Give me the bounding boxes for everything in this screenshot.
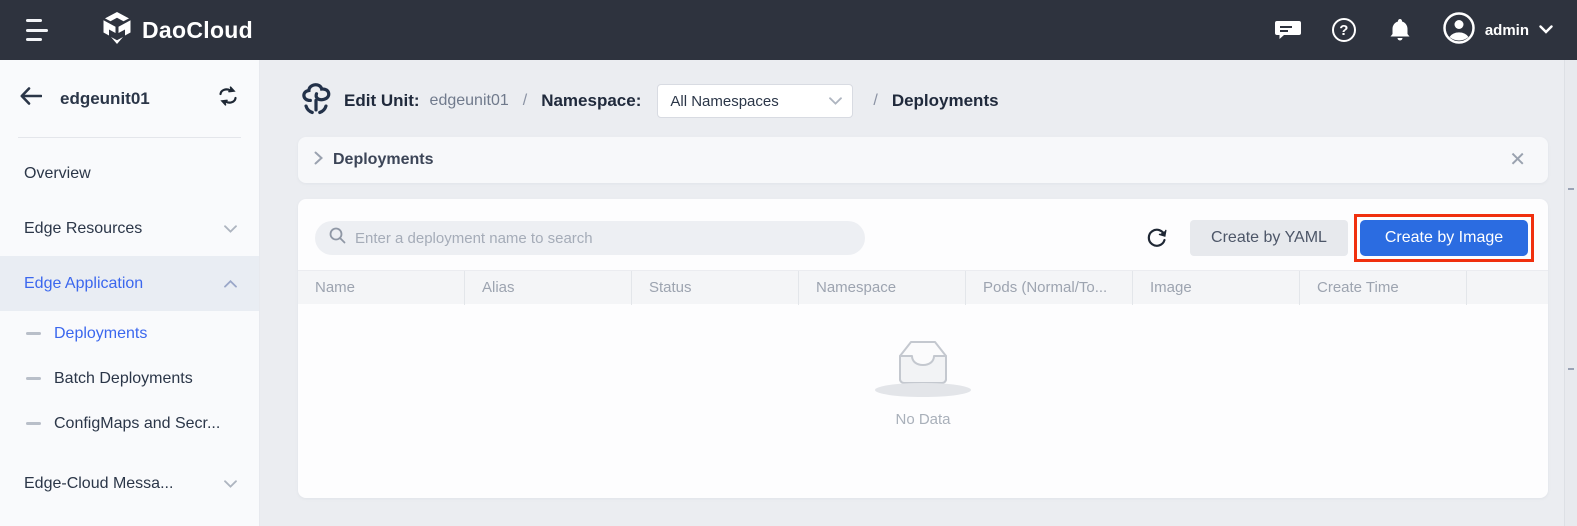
close-icon[interactable]: ✕ xyxy=(1509,150,1526,170)
chevron-up-icon xyxy=(224,275,237,293)
panel-toolbar: Create by YAML Create by Image xyxy=(298,199,1548,262)
sidebar-divider xyxy=(18,137,241,138)
namespace-select[interactable]: All Namespaces xyxy=(657,84,853,118)
search-box xyxy=(315,221,865,255)
avatar-icon xyxy=(1443,12,1475,49)
sidebar-item-edge-application[interactable]: Edge Application xyxy=(0,256,259,311)
user-menu[interactable]: admin xyxy=(1443,12,1553,49)
help-icon[interactable]: ? xyxy=(1331,17,1357,43)
sidebar-item-overview[interactable]: Overview xyxy=(0,146,259,201)
sidebar-item-batch-deployments[interactable]: Batch Deployments xyxy=(0,356,259,401)
chevron-right-icon[interactable] xyxy=(314,151,323,170)
column-header-alias[interactable]: Alias xyxy=(465,271,632,305)
separator: / xyxy=(873,92,877,110)
create-by-yaml-button[interactable]: Create by YAML xyxy=(1190,220,1348,256)
empty-shadow xyxy=(875,383,971,397)
subitem-dash-icon xyxy=(26,422,41,425)
column-header-status[interactable]: Status xyxy=(632,271,799,305)
menu-toggle-icon[interactable] xyxy=(26,19,60,41)
subitem-dash-icon xyxy=(26,377,41,380)
namespace-label: Namespace: xyxy=(541,91,641,111)
highlight-annotation: Create by Image xyxy=(1354,214,1534,262)
app-window: DaoCloud ? xyxy=(0,0,1577,526)
breadcrumb-label: Deployments xyxy=(333,151,1509,169)
page-title: Deployments xyxy=(892,91,999,111)
brand-logo[interactable]: DaoCloud xyxy=(102,12,253,49)
empty-state: No Data xyxy=(298,304,1548,498)
main-content: Edit Unit: edgeunit01 / Namespace: All N… xyxy=(260,60,1577,526)
refresh-icon[interactable] xyxy=(1146,227,1168,249)
sidebar-item-edge-cloud-messaging[interactable]: Edge-Cloud Messa... xyxy=(0,456,259,511)
messages-icon[interactable] xyxy=(1275,17,1301,43)
column-header-image[interactable]: Image xyxy=(1133,271,1300,305)
search-icon xyxy=(329,227,346,249)
sidebar-header: edgeunit01 xyxy=(20,86,239,111)
sidebar-item-configmaps-secrets[interactable]: ConfigMaps and Secr... xyxy=(0,401,259,446)
brand-title: DaoCloud xyxy=(142,17,253,44)
search-input[interactable] xyxy=(355,230,851,247)
deployments-panel: Create by YAML Create by Image Name Alia… xyxy=(298,199,1548,498)
empty-text: No Data xyxy=(895,411,950,428)
sidebar-nav: Overview Edge Resources Edge Application xyxy=(0,146,259,511)
chevron-down-icon xyxy=(224,220,237,238)
column-header-namespace[interactable]: Namespace xyxy=(799,271,966,305)
chevron-down-icon xyxy=(1539,21,1553,39)
edit-unit-label: Edit Unit: xyxy=(344,91,420,111)
page-header: Edit Unit: edgeunit01 / Namespace: All N… xyxy=(298,82,1577,120)
switch-unit-icon[interactable] xyxy=(217,86,239,111)
subitem-dash-icon xyxy=(26,332,41,335)
chevron-down-icon xyxy=(829,92,842,110)
sidebar-item-edge-resources[interactable]: Edge Resources xyxy=(0,201,259,256)
chevron-down-icon xyxy=(224,475,237,493)
column-header-pods[interactable]: Pods (Normal/To... xyxy=(966,271,1133,305)
user-name: admin xyxy=(1485,22,1529,39)
breadcrumb: Deployments ✕ xyxy=(298,137,1548,183)
table-header-row: Name Alias Status Namespace Pods (Normal… xyxy=(298,270,1548,304)
scrollbar[interactable] xyxy=(1564,60,1577,526)
notifications-icon[interactable] xyxy=(1387,17,1413,43)
column-header-create-time[interactable]: Create Time xyxy=(1300,271,1467,305)
namespace-selected-value: All Namespaces xyxy=(670,93,829,110)
back-icon[interactable] xyxy=(20,87,42,110)
topbar: DaoCloud ? xyxy=(0,0,1577,60)
separator: / xyxy=(523,92,527,110)
edge-unit-logo-icon xyxy=(298,80,334,123)
help-glyph: ? xyxy=(1332,18,1356,42)
sidebar: edgeunit01 Overview Edge Resources xyxy=(0,60,260,526)
column-header-actions xyxy=(1467,271,1548,305)
edge-unit-name: edgeunit01 xyxy=(60,89,217,109)
column-header-name[interactable]: Name xyxy=(298,271,465,305)
create-by-image-button[interactable]: Create by Image xyxy=(1360,220,1528,256)
daocloud-cube-icon xyxy=(102,12,132,49)
topbar-actions: ? admin xyxy=(1275,12,1553,49)
edit-unit-value: edgeunit01 xyxy=(430,92,509,110)
sidebar-item-deployments[interactable]: Deployments xyxy=(0,311,259,356)
